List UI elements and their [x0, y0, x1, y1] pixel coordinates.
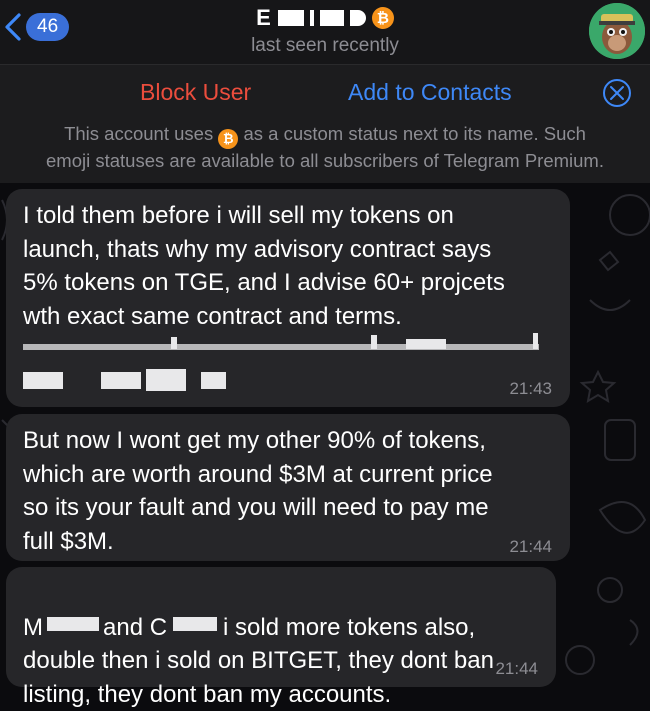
- redacted-text: [146, 369, 186, 391]
- unread-count-badge: 46: [26, 13, 70, 41]
- notice-text: emoji statuses are available to all subs…: [46, 150, 604, 171]
- message-text: double then i sold on BITGET, they dont …: [23, 647, 494, 708]
- chat-title[interactable]: E ₿ last seen recently: [175, 0, 475, 57]
- redacted-name-part: [319, 10, 344, 26]
- premium-status-notice: This account uses ₿ as a custom status n…: [0, 122, 650, 173]
- message-bubble[interactable]: Mand C i sold more tokens also, double th…: [6, 567, 556, 708]
- back-button[interactable]: 46: [4, 10, 74, 44]
- redacted-name-part: [309, 10, 314, 26]
- redacted-text: [23, 344, 539, 350]
- message-text-first-line: Mand C i sold more tokens also,: [23, 577, 556, 644]
- last-seen-status: last seen recently: [251, 35, 399, 56]
- redacted-text: [201, 372, 226, 389]
- chevron-left-icon: [5, 13, 21, 41]
- notice-text: as a custom status next to its name. Suc…: [243, 123, 586, 144]
- redacted-text: [47, 616, 99, 631]
- avatar[interactable]: [589, 3, 645, 59]
- redacted-text: [173, 616, 218, 631]
- block-user-button[interactable]: Block User: [140, 79, 251, 106]
- redacted-text: [406, 339, 446, 349]
- add-to-contacts-button[interactable]: Add to Contacts: [348, 79, 512, 106]
- redacted-text: [101, 372, 141, 389]
- redacted-name-part: [349, 10, 366, 26]
- bitcoin-icon: ₿: [218, 129, 239, 149]
- message-text: I told them before i will sell my tokens…: [23, 202, 505, 330]
- contact-name: E: [256, 5, 272, 30]
- message-text: M: [23, 613, 43, 641]
- redacted-text: [171, 337, 177, 349]
- message-text: and C: [103, 613, 168, 641]
- unknown-contact-bar: Block User Add to Contacts This account …: [0, 64, 650, 183]
- notice-text: This account uses: [64, 123, 214, 144]
- redacted-text: [533, 333, 538, 349]
- message-text: i sold more tokens also,: [223, 613, 476, 641]
- message-time: 21:44: [495, 659, 538, 678]
- redacted-text: [371, 335, 377, 349]
- close-icon: [610, 86, 624, 100]
- close-bar-button[interactable]: [603, 79, 631, 107]
- redacted-name-part: [277, 10, 304, 26]
- message-text: But now I wont get my other 90% of token…: [23, 427, 493, 555]
- chat-header: 46 E ₿ last seen recently: [0, 0, 650, 64]
- message-time: 21:44: [509, 537, 552, 556]
- message-bubble[interactable]: But now I wont get my other 90% of token…: [6, 414, 570, 561]
- bitcoin-icon: ₿: [371, 7, 394, 29]
- redacted-text: [23, 372, 63, 389]
- ape-avatar-icon: [589, 3, 645, 59]
- message-time: 21:43: [509, 379, 552, 398]
- message-bubble[interactable]: I told them before i will sell my tokens…: [6, 189, 570, 407]
